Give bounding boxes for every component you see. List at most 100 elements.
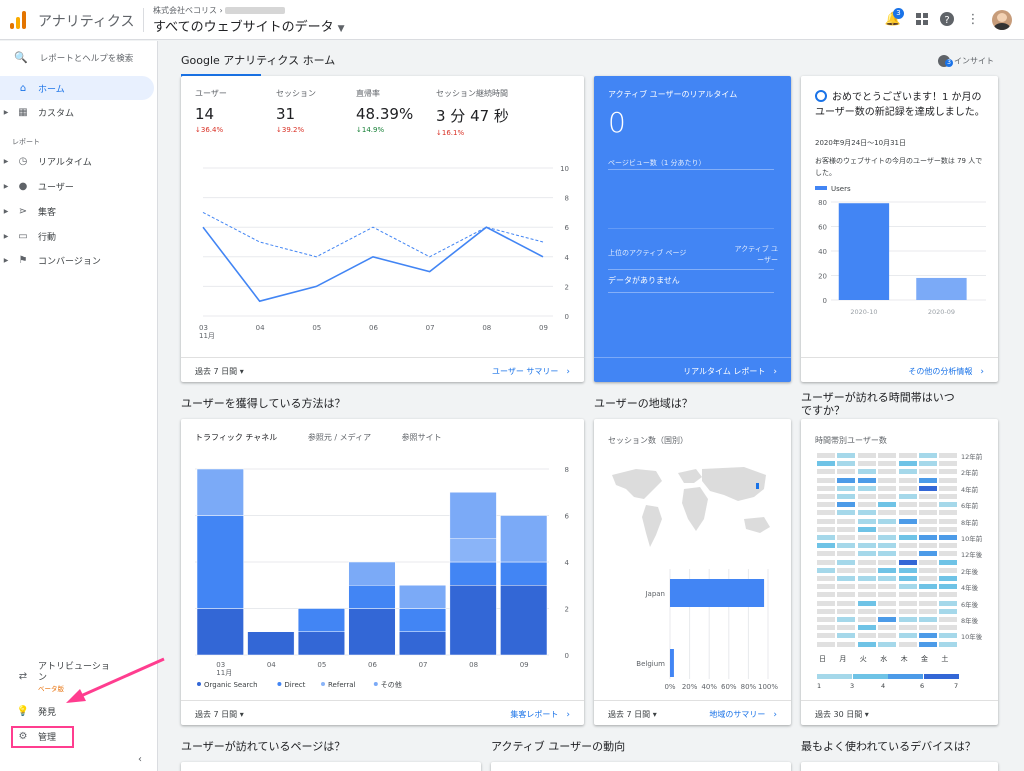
heatmap-cell[interactable] bbox=[898, 510, 917, 516]
heatmap-cell[interactable] bbox=[939, 600, 958, 606]
heatmap-cell[interactable] bbox=[939, 485, 958, 491]
heatmap-cell[interactable] bbox=[857, 461, 876, 467]
heatmap-cell[interactable] bbox=[919, 567, 937, 573]
heatmap-cell[interactable] bbox=[939, 551, 958, 557]
heatmap-cell[interactable] bbox=[857, 592, 876, 598]
analytics-logo-icon[interactable] bbox=[10, 11, 28, 29]
heatmap-cell[interactable] bbox=[817, 461, 835, 467]
sidebar-item-home[interactable]: ⌂ ホーム bbox=[0, 76, 154, 100]
heatmap-cell[interactable] bbox=[919, 518, 937, 524]
heatmap-cell[interactable] bbox=[939, 502, 958, 508]
heatmap-cell[interactable] bbox=[939, 543, 958, 549]
heatmap-cell[interactable] bbox=[878, 453, 897, 458]
heatmap-cell[interactable] bbox=[837, 608, 856, 614]
heatmap-cell[interactable] bbox=[898, 576, 917, 581]
heatmap-cell[interactable] bbox=[817, 584, 835, 590]
heatmap-cell[interactable] bbox=[898, 584, 917, 590]
heatmap-cell[interactable] bbox=[898, 485, 917, 491]
heatmap-cell[interactable] bbox=[817, 592, 835, 598]
heatmap-cell[interactable] bbox=[837, 535, 856, 540]
heatmap-cell[interactable] bbox=[898, 617, 917, 622]
heatmap-cell[interactable] bbox=[919, 608, 937, 614]
heatmap-cell[interactable] bbox=[878, 477, 897, 483]
heatmap-cell[interactable] bbox=[898, 559, 917, 565]
heatmap-cell[interactable] bbox=[837, 502, 856, 508]
heatmap-cell[interactable] bbox=[878, 584, 897, 590]
heatmap-cell[interactable] bbox=[837, 485, 856, 491]
heatmap-cell[interactable] bbox=[857, 535, 876, 540]
heatmap-cell[interactable] bbox=[878, 461, 897, 467]
heatmap-cell[interactable] bbox=[817, 485, 835, 491]
heatmap-cell[interactable] bbox=[857, 453, 876, 458]
heatmap-cell[interactable] bbox=[878, 641, 897, 647]
heatmap-cell[interactable] bbox=[919, 641, 937, 647]
heatmap-cell[interactable] bbox=[857, 600, 876, 606]
heatmap-cell[interactable] bbox=[898, 641, 917, 647]
heatmap-cell[interactable] bbox=[939, 608, 958, 614]
heatmap-cell[interactable] bbox=[939, 592, 958, 598]
heatmap-cell[interactable] bbox=[939, 469, 958, 475]
heatmap-cell[interactable] bbox=[939, 576, 958, 581]
heatmap-cell[interactable] bbox=[817, 625, 835, 631]
sidebar-item-audience[interactable]: ▶ ● ユーザー bbox=[0, 174, 154, 198]
realtime-report-link[interactable]: リアルタイム レポート › bbox=[683, 366, 777, 377]
heatmap-cell[interactable] bbox=[939, 494, 958, 499]
heatmap-cell[interactable] bbox=[857, 559, 876, 565]
heatmap-cell[interactable] bbox=[919, 600, 937, 606]
heatmap-cell[interactable] bbox=[837, 559, 856, 565]
heatmap-cell[interactable] bbox=[939, 453, 958, 458]
heatmap-cell[interactable] bbox=[939, 641, 958, 647]
geo-summary-link[interactable]: 地域のサマリー › bbox=[709, 709, 777, 720]
heatmap-cell[interactable] bbox=[878, 502, 897, 508]
heatmap-cell[interactable] bbox=[837, 633, 856, 639]
heatmap-cell[interactable] bbox=[817, 576, 835, 581]
heatmap-cell[interactable] bbox=[878, 518, 897, 524]
heatmap-cell[interactable] bbox=[898, 453, 917, 458]
heatmap-cell[interactable] bbox=[919, 469, 937, 475]
heatmap-cell[interactable] bbox=[898, 526, 917, 532]
heatmap-cell[interactable] bbox=[939, 559, 958, 565]
heatmap-cell[interactable] bbox=[857, 526, 876, 532]
heatmap-cell[interactable] bbox=[898, 543, 917, 549]
help-icon[interactable]: ? bbox=[938, 10, 956, 28]
heatmap-cell[interactable] bbox=[898, 551, 917, 557]
heatmap-cell[interactable] bbox=[817, 453, 835, 458]
heatmap-cell[interactable] bbox=[837, 494, 856, 499]
heatmap-cell[interactable] bbox=[919, 485, 937, 491]
tab-source-medium[interactable]: 参照元 / メディア bbox=[308, 433, 371, 442]
users-summary-link[interactable]: ユーザー サマリー › bbox=[492, 366, 570, 377]
heatmap-cell[interactable] bbox=[878, 551, 897, 557]
heatmap-cell[interactable] bbox=[817, 559, 835, 565]
heatmap-cell[interactable] bbox=[939, 535, 958, 540]
heatmap-cell[interactable] bbox=[919, 576, 937, 581]
tab-traffic-channel[interactable]: トラフィック チャネル bbox=[195, 433, 277, 442]
heatmap-cell[interactable] bbox=[878, 608, 897, 614]
insight-button[interactable]: インサイト bbox=[938, 55, 994, 67]
heatmap-cell[interactable] bbox=[817, 477, 835, 483]
heatmap-cell[interactable] bbox=[817, 518, 835, 524]
heatmap-cell[interactable] bbox=[878, 600, 897, 606]
sidebar-item-conversions[interactable]: ▶ ⚑ コンバージョン bbox=[0, 248, 154, 272]
heatmap-cell[interactable] bbox=[837, 526, 856, 532]
heatmap-cell[interactable] bbox=[878, 625, 897, 631]
acquisition-report-link[interactable]: 集客レポート › bbox=[510, 709, 570, 720]
heatmap-cell[interactable] bbox=[857, 510, 876, 516]
heatmap-cell[interactable] bbox=[919, 592, 937, 598]
world-map[interactable] bbox=[604, 461, 782, 556]
heatmap-cell[interactable] bbox=[837, 641, 856, 647]
heatmap-cell[interactable] bbox=[857, 617, 876, 622]
heatmap-cell[interactable] bbox=[857, 633, 876, 639]
heatmap-cell[interactable] bbox=[919, 559, 937, 565]
heatmap-cell[interactable] bbox=[919, 502, 937, 508]
heatmap-cell[interactable] bbox=[837, 600, 856, 606]
heatmap-cell[interactable] bbox=[939, 518, 958, 524]
heatmap-cell[interactable] bbox=[817, 608, 835, 614]
heatmap-cell[interactable] bbox=[898, 502, 917, 508]
heatmap-cell[interactable] bbox=[817, 494, 835, 499]
sidebar-search[interactable]: 🔍 レポートとヘルプを検索 bbox=[14, 51, 133, 64]
heatmap-cell[interactable] bbox=[837, 592, 856, 598]
heatmap-cell[interactable] bbox=[837, 477, 856, 483]
heatmap-cell[interactable] bbox=[817, 502, 835, 508]
heatmap-cell[interactable] bbox=[919, 551, 937, 557]
heatmap-cell[interactable] bbox=[817, 633, 835, 639]
